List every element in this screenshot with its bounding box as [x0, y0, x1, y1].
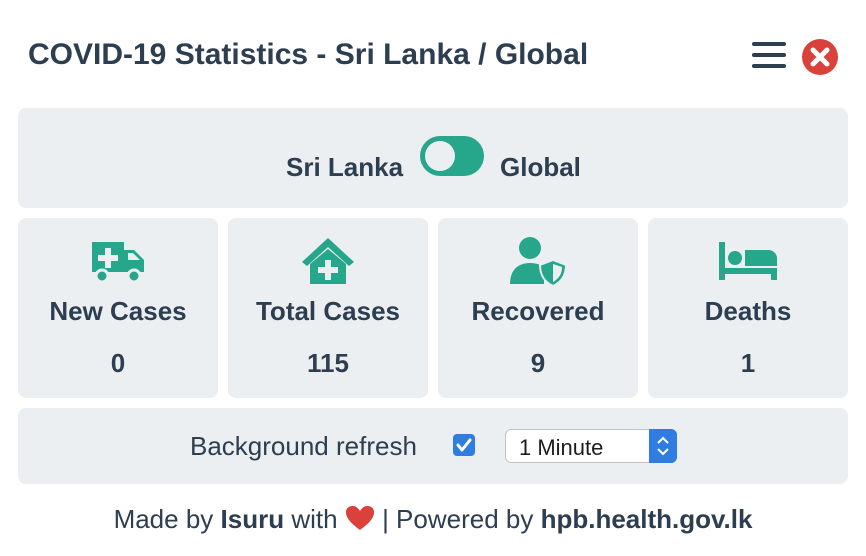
stat-card-recovered: Recovered 9 — [438, 218, 638, 398]
checkmark-icon — [456, 438, 472, 452]
stat-value: 1 — [740, 348, 756, 378]
toggle-label-sri-lanka: Sri Lanka — [286, 152, 404, 182]
close-circle-icon[interactable] — [802, 39, 838, 75]
chevron-up-down-icon — [649, 429, 677, 463]
footer-made-by: Made by — [113, 504, 214, 534]
background-refresh-label: Background refresh — [190, 431, 417, 461]
stat-card-deaths: Deaths 1 — [648, 218, 848, 398]
stat-card-new-cases: New Cases 0 — [18, 218, 218, 398]
stat-value: 0 — [110, 348, 126, 378]
ambulance-icon — [18, 236, 218, 286]
footer-source-link[interactable]: hpb.health.gov.lk — [541, 504, 753, 534]
page-title: COVID-19 Statistics - Sri Lanka / Global — [28, 38, 589, 71]
bed-icon — [648, 236, 848, 286]
region-toggle-panel: Sri Lanka Global — [18, 108, 848, 208]
footer-powered-by: | Powered by — [382, 504, 534, 534]
heart-icon — [345, 506, 374, 530]
footer: Made by Isuru with | Powered by hpb.heal… — [0, 504, 866, 535]
stat-label: Deaths — [704, 296, 792, 326]
stat-label: New Cases — [49, 296, 187, 326]
stat-label: Recovered — [471, 296, 605, 326]
refresh-interval-select[interactable]: 1 Minute — [505, 429, 677, 463]
footer-author-link[interactable]: Isuru — [221, 504, 285, 534]
toggle-knob — [425, 141, 455, 171]
refresh-interval-value: 1 Minute — [519, 435, 604, 460]
stat-card-total-cases: Total Cases 115 — [228, 218, 428, 398]
stat-value: 115 — [307, 348, 349, 378]
refresh-panel: Background refresh 1 Minute — [18, 408, 848, 484]
stat-label: Total Cases — [255, 296, 400, 326]
background-refresh-checkbox[interactable] — [453, 434, 475, 456]
user-shield-icon — [438, 236, 638, 286]
header: COVID-19 Statistics - Sri Lanka / Global — [0, 0, 866, 108]
footer-with: with — [291, 504, 338, 534]
hospital-icon — [228, 236, 428, 286]
hamburger-menu-icon[interactable] — [752, 42, 786, 72]
toggle-label-global: Global — [500, 152, 581, 182]
stat-value: 9 — [530, 348, 546, 378]
region-toggle-switch[interactable] — [420, 136, 484, 176]
